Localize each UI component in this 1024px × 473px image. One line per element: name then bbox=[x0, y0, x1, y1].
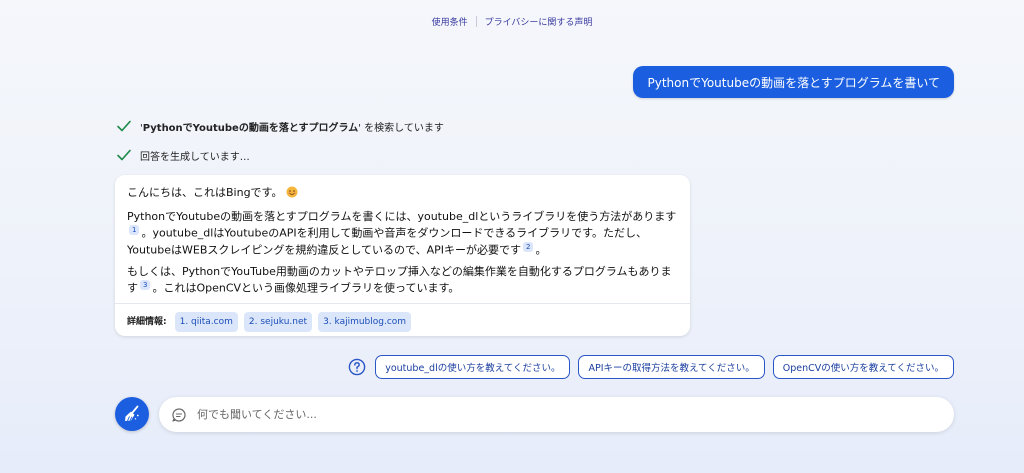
suggestion-button-3[interactable]: OpenCVの使い方を教えてください。 bbox=[772, 355, 954, 379]
source-chip-1[interactable]: 1. qiita.com bbox=[174, 312, 238, 332]
status-generating: 回答を生成しています… bbox=[116, 147, 250, 163]
citation-2[interactable]: 2 bbox=[523, 241, 534, 252]
sources-row: 詳細情報: 1. qiita.com 2. sejuku.net 3. kaji… bbox=[127, 312, 412, 332]
answer-card: こんにちは、これはBingです。 PythonでYoutubeの動画を落とすプロ… bbox=[115, 175, 690, 336]
status-search-text: 'PythonでYoutubeの動画を落とすプログラム' を検索しています bbox=[140, 122, 444, 134]
check-icon bbox=[117, 149, 131, 161]
suggestion-button-1[interactable]: youtube_dlの使い方を教えてください。 bbox=[375, 355, 571, 379]
status-searching: 'PythonでYoutubeの動画を落とすプログラム' を検索しています bbox=[116, 118, 444, 134]
new-topic-button[interactable] bbox=[115, 397, 149, 431]
user-message-bubble: PythonでYoutubeの動画を落とすプログラムを書いて bbox=[633, 66, 954, 98]
chat-bubble-icon bbox=[172, 407, 186, 422]
sources-label: 詳細情報: bbox=[127, 317, 167, 327]
privacy-link[interactable]: プライバシーに関する声明 bbox=[485, 15, 593, 28]
chat-input-box[interactable] bbox=[159, 397, 954, 432]
suggestions-row: youtube_dlの使い方を教えてください。 APIキーの取得方法を教えてくだ… bbox=[348, 355, 954, 379]
help-circle-icon bbox=[348, 358, 366, 376]
terms-link[interactable]: 使用条件 bbox=[432, 15, 468, 28]
citation-1[interactable]: 1 bbox=[129, 225, 140, 235]
answer-greeting: こんにちは、これはBingです。 bbox=[127, 185, 678, 201]
suggestion-button-2[interactable]: APIキーの取得方法を教えてください。 bbox=[578, 355, 765, 379]
answer-paragraph-1: PythonでYoutubeの動画を落とすプログラムを書くには、youtube_… bbox=[127, 210, 677, 257]
chat-input[interactable] bbox=[195, 407, 954, 422]
link-divider bbox=[475, 16, 477, 27]
user-message-text: PythonでYoutubeの動画を落とすプログラムを書いて bbox=[647, 75, 940, 90]
top-links: 使用条件 プライバシーに関する声明 bbox=[0, 15, 1024, 28]
status-generating-text: 回答を生成しています… bbox=[140, 151, 250, 163]
source-chip-3[interactable]: 3. kajimublog.com bbox=[318, 312, 412, 332]
check-icon bbox=[117, 120, 131, 132]
source-chip-2[interactable]: 2. sejuku.net bbox=[243, 312, 313, 332]
broom-icon bbox=[125, 405, 139, 421]
search-query: PythonでYoutubeの動画を落とすプログラム bbox=[142, 122, 359, 134]
answer-paragraph-2: もしくは、PythonでYouTube用動画のカットやテロップ挿入などの編集作業… bbox=[127, 265, 672, 295]
smile-emoji bbox=[286, 186, 298, 198]
citation-3[interactable]: 3 bbox=[140, 280, 151, 291]
answer-divider bbox=[115, 303, 690, 304]
